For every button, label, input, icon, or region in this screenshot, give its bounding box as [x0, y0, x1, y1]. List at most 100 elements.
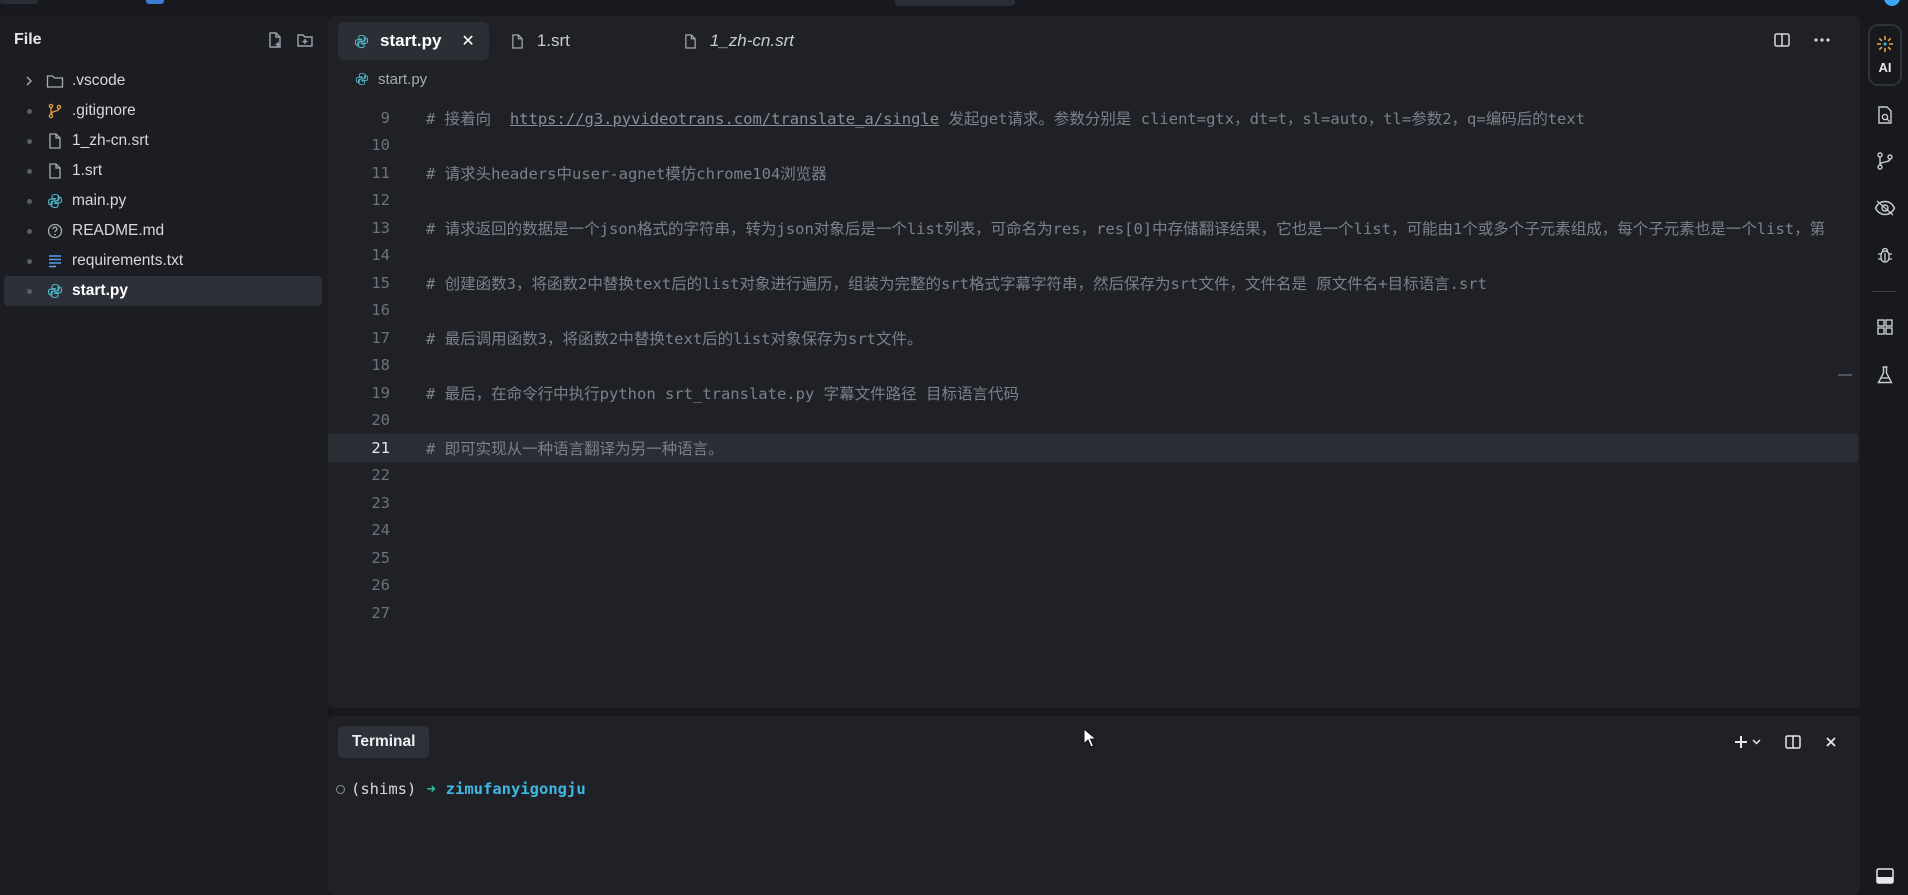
testing-flask-icon[interactable]	[1874, 364, 1896, 386]
preview-eye-icon[interactable]	[1874, 197, 1896, 219]
close-icon[interactable]: ✕	[461, 31, 474, 51]
code-line[interactable]: 15 # 创建函数3，将函数2中替换text后的list对象进行遍历，组装为完整的…	[328, 269, 1858, 297]
url-link[interactable]: https://g3.pyvideotrans.com/translate_a/…	[510, 110, 939, 128]
code-line[interactable]: 14	[328, 242, 1858, 270]
line-number: 26	[371, 576, 390, 595]
code-line[interactable]: 12	[328, 187, 1858, 215]
new-folder-icon[interactable]	[296, 31, 314, 49]
breadcrumb[interactable]: start.py	[328, 60, 1860, 98]
code-text: # 请求头headers中user-agnet模仿chrome104浏览器	[426, 164, 827, 183]
code-line[interactable]: 26	[328, 572, 1858, 600]
code-area[interactable]: 9 # 接着向 https://g3.pyvideotrans.com/trans…	[328, 104, 1858, 628]
ai-assistant-button[interactable]: AI	[1868, 24, 1902, 86]
tree-item-requirements[interactable]: requirements.txt	[4, 246, 322, 276]
help-circle-icon	[46, 222, 64, 240]
sparkle-icon	[1876, 35, 1894, 58]
line-number: 18	[371, 356, 390, 375]
line-number: 15	[371, 273, 390, 292]
extensions-grid-icon[interactable]	[1874, 316, 1896, 338]
tree-item-label: requirements.txt	[72, 252, 184, 269]
scrollbar-marker[interactable]	[1838, 374, 1852, 376]
close-icon[interactable]	[1824, 732, 1838, 752]
line-number: 16	[371, 301, 390, 320]
file-explorer: File .vscode .gitignore 1_zh-cn.srt 1.sr…	[0, 16, 328, 895]
code-line-current[interactable]: 21 # 即可实现从一种语言翻译为另一种语言。	[328, 434, 1858, 462]
tree-item-vscode[interactable]: .vscode	[4, 66, 322, 96]
activity-bar: AI	[1860, 16, 1908, 895]
panel-toggle-icon[interactable]	[1874, 865, 1896, 887]
command-center[interactable]	[895, 0, 1015, 6]
line-number: 19	[371, 383, 390, 402]
code-line[interactable]: 27	[328, 599, 1858, 627]
code-line[interactable]: 11 # 请求头headers中user-agnet模仿chrome104浏览器	[328, 159, 1858, 187]
split-editor-icon[interactable]	[1772, 30, 1792, 50]
explorer-header: File	[0, 16, 328, 64]
new-file-icon[interactable]	[266, 31, 284, 49]
line-number: 9	[380, 108, 390, 127]
tree-item-readme[interactable]: README.md	[4, 216, 322, 246]
terminal-output[interactable]: (shims) ➜ zimufanyigongju	[328, 768, 1860, 798]
search-file-icon[interactable]	[1874, 104, 1896, 126]
split-terminal-icon[interactable]	[1784, 732, 1802, 752]
window-control-left[interactable]	[0, 0, 38, 4]
line-number: 12	[371, 191, 390, 210]
debug-bug-icon[interactable]	[1874, 244, 1896, 266]
python-icon	[354, 71, 370, 87]
code-line[interactable]: 10	[328, 132, 1858, 160]
tree-item-label: 1_zh-cn.srt	[72, 132, 149, 149]
code-text: # 接着向 https://g3.pyvideotrans.com/transl…	[426, 109, 1586, 128]
tree-item-label: start.py	[72, 282, 128, 299]
code-line[interactable]: 25	[328, 544, 1858, 572]
code-line[interactable]: 13 # 请求返回的数据是一个json格式的字符串，转为json对象后是一个lis…	[328, 214, 1858, 242]
line-number: 27	[371, 603, 390, 622]
bullet-icon	[26, 108, 32, 114]
code-line[interactable]: 24	[328, 517, 1858, 545]
tab-1-zh-cn-srt[interactable]: 1_zh-cn.srt	[668, 22, 808, 60]
tree-item-start-py[interactable]: start.py	[4, 276, 322, 306]
window-control-accent[interactable]	[146, 0, 164, 4]
tree-item-label: main.py	[72, 192, 127, 209]
code-line[interactable]: 18	[328, 352, 1858, 380]
tree-item-gitignore[interactable]: .gitignore	[4, 96, 322, 126]
tree-item-main-py[interactable]: main.py	[4, 186, 322, 216]
bullet-icon	[26, 288, 32, 294]
line-number: 10	[371, 136, 390, 155]
file-icon	[46, 132, 64, 150]
tab-terminal[interactable]: Terminal	[338, 726, 430, 758]
editor-tabbar: start.py ✕ 1.srt 1_zh-cn.srt	[328, 16, 1860, 60]
source-control-icon[interactable]	[1874, 150, 1896, 172]
code-text: # 即可实现从一种语言翻译为另一种语言。	[426, 439, 724, 458]
explorer-title: File	[14, 31, 42, 48]
line-number: 11	[371, 163, 390, 182]
line-number: 24	[371, 521, 390, 540]
tree-item-1-srt[interactable]: 1.srt	[4, 156, 322, 186]
code-line[interactable]: 23	[328, 489, 1858, 517]
tab-label: 1_zh-cn.srt	[709, 31, 794, 50]
prompt-arrow-icon: ➜	[426, 780, 436, 798]
code-line[interactable]: 19 # 最后，在命令行中执行python srt_translate.py 字幕…	[328, 379, 1858, 407]
chevron-right-icon[interactable]	[22, 75, 36, 87]
code-line[interactable]: 9 # 接着向 https://g3.pyvideotrans.com/trans…	[328, 104, 1858, 132]
code-line[interactable]: 17 # 最后调用函数3，将函数2中替换text后的list对象保存为srt文件。	[328, 324, 1858, 352]
line-number: 20	[371, 411, 390, 430]
bullet-icon	[26, 168, 32, 174]
code-text: # 请求返回的数据是一个json格式的字符串，转为json对象后是一个list列…	[426, 219, 1826, 238]
tab-1-srt[interactable]: 1.srt	[495, 22, 662, 60]
editor-pane: start.py ✕ 1.srt 1_zh-cn.srt start.py 9 #…	[328, 16, 1860, 708]
code-line[interactable]: 22	[328, 462, 1858, 490]
tab-start-py[interactable]: start.py ✕	[338, 22, 489, 60]
line-number: 25	[371, 548, 390, 567]
tree-item-label: .vscode	[72, 72, 126, 89]
file-icon	[509, 32, 527, 50]
title-strip	[0, 0, 1908, 16]
code-line[interactable]: 20	[328, 407, 1858, 435]
tree-item-label: README.md	[72, 222, 165, 239]
new-terminal-icon[interactable]	[1734, 732, 1762, 752]
more-options-icon[interactable]	[1812, 30, 1832, 50]
tree-item-1-zh-cn-srt[interactable]: 1_zh-cn.srt	[4, 126, 322, 156]
tab-label: start.py	[380, 31, 442, 50]
code-line[interactable]: 16	[328, 297, 1858, 325]
mouse-pointer-icon	[1083, 727, 1098, 753]
file-tree: .vscode .gitignore 1_zh-cn.srt 1.srt mai…	[0, 64, 328, 306]
account-avatar[interactable]	[1884, 0, 1900, 6]
